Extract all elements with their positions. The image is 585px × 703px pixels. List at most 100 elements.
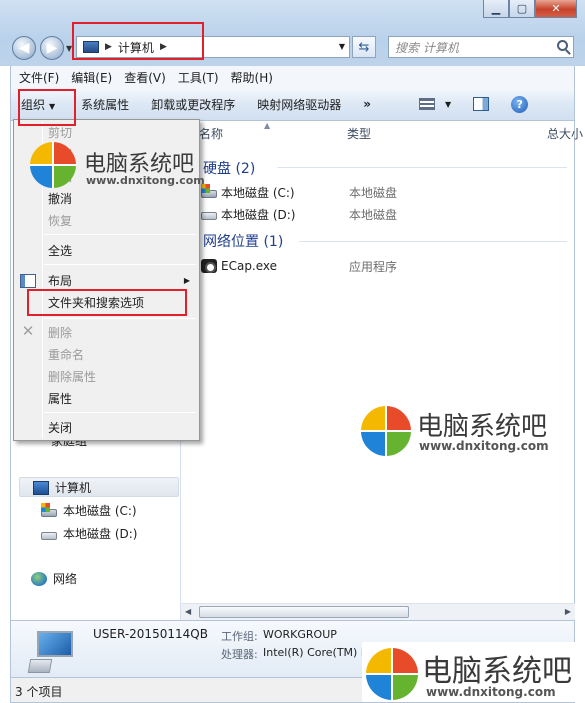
drive-c-icon	[41, 502, 57, 517]
watermark-title: 电脑系统吧	[422, 654, 572, 689]
group-divider	[277, 167, 567, 168]
delete-icon: ✕	[21, 322, 35, 340]
menu-separator	[44, 264, 196, 265]
group-divider	[299, 241, 567, 242]
scrollbar-thumb[interactable]	[199, 606, 409, 618]
nav-disk-d-label: 本地磁盘 (D:)	[63, 527, 138, 541]
search-input[interactable]: 搜索 计算机	[388, 36, 574, 58]
menu-separator	[44, 412, 196, 413]
watermark-url: www.dnxitong.com	[419, 439, 549, 453]
horizontal-scrollbar[interactable]: ◀ ▶	[181, 603, 575, 620]
menu-item-redo[interactable]: 恢复	[48, 210, 72, 230]
nav-disk-d[interactable]: 本地磁盘 (D:)	[41, 525, 137, 542]
drive-d-icon	[41, 531, 57, 540]
menu-item-rename[interactable]: 重命名	[48, 344, 84, 364]
menu-edit[interactable]: 编辑(E)	[71, 69, 112, 86]
watermark-logo-icon	[361, 406, 411, 456]
preview-pane-icon[interactable]	[473, 97, 490, 111]
highlight-organize-button	[18, 89, 76, 126]
menu-item-remove-properties[interactable]: 删除属性	[48, 366, 96, 386]
watermark-center: 电脑系统吧 www.dnxitong.com	[361, 406, 571, 460]
menu-separator	[44, 234, 196, 235]
drive-c-icon	[201, 184, 217, 198]
menu-tools[interactable]: 工具(T)	[178, 69, 219, 86]
item-name: ECap.exe	[221, 259, 278, 273]
column-header-name[interactable]: 名称	[199, 121, 339, 145]
map-network-drive-button[interactable]: 映射网络驱动器	[257, 96, 341, 113]
submenu-arrow-icon: ▶	[183, 275, 190, 285]
menu-item-layout[interactable]: 布局 ▶	[48, 270, 198, 290]
more-commands-button[interactable]: »	[363, 97, 371, 111]
watermark-logo-icon	[366, 648, 418, 700]
computer-icon	[33, 480, 49, 495]
menu-separator	[44, 318, 196, 319]
nav-disk-c[interactable]: 本地磁盘 (C:)	[41, 502, 137, 519]
watermark-url: www.dnxitong.com	[86, 174, 205, 187]
uninstall-program-button[interactable]: 卸载或更改程序	[151, 96, 235, 113]
watermark-top-left: 电脑系统吧 www.dnxitong.com	[30, 142, 205, 192]
system-properties-button[interactable]: 系统属性	[81, 96, 129, 113]
computer-large-icon	[27, 631, 75, 673]
close-button[interactable]: ✕	[535, 0, 577, 18]
item-type: 应用程序	[349, 259, 398, 274]
group-header-network[interactable]: 网络位置 (1)	[203, 231, 283, 251]
menu-help[interactable]: 帮助(H)	[231, 69, 273, 86]
list-item[interactable]: 本地磁盘 (C:) 本地磁盘	[201, 183, 571, 201]
workgroup-label: 工作组:	[221, 630, 258, 643]
menu-item-delete[interactable]: 删除	[48, 322, 72, 342]
nav-disk-c-label: 本地磁盘 (C:)	[63, 504, 137, 518]
menu-file[interactable]: 文件(F)	[19, 69, 59, 86]
layout-icon	[20, 274, 36, 288]
item-type: 本地磁盘	[349, 185, 398, 200]
list-item[interactable]: ECap.exe 应用程序	[201, 257, 571, 275]
network-icon	[31, 571, 47, 586]
watermark-title: 电脑系统吧	[417, 412, 548, 442]
monitor-shape	[37, 631, 73, 657]
back-button[interactable]: ◀	[12, 36, 36, 60]
nav-network[interactable]: 网络	[31, 570, 77, 587]
search-icon[interactable]	[557, 40, 568, 51]
menu-view[interactable]: 查看(V)	[124, 69, 166, 86]
column-header-size[interactable]: 总大小	[547, 121, 585, 145]
item-name: 本地磁盘 (C:)	[221, 185, 295, 200]
menu-bar: 文件(F) 编辑(E) 查看(V) 工具(T) 帮助(H)	[10, 66, 575, 88]
scroll-left-icon[interactable]: ◀	[185, 607, 191, 616]
column-header-type[interactable]: 类型	[347, 121, 497, 145]
highlight-folder-options	[27, 289, 187, 316]
item-count: 3 个项目	[15, 685, 63, 699]
nav-computer-label: 计算机	[55, 481, 92, 495]
menu-item-close[interactable]: 关闭	[48, 417, 72, 437]
menu-item-properties[interactable]: 属性	[48, 388, 72, 408]
menu-item-select-all[interactable]: 全选	[48, 240, 72, 260]
refresh-button[interactable]: ⇆	[352, 36, 376, 58]
nav-network-label: 网络	[53, 572, 78, 586]
address-dropdown-icon[interactable]: ▼	[339, 42, 345, 51]
computer-name: USER-20150114QB	[93, 627, 208, 641]
watermark-url: www.dnxitong.com	[426, 685, 556, 699]
cpu-label: 处理器:	[221, 648, 258, 661]
window-controls: ▁ ▢ ✕	[483, 0, 577, 18]
minimize-button[interactable]: ▁	[483, 0, 509, 18]
item-type: 本地磁盘	[349, 207, 398, 222]
item-name: 本地磁盘 (D:)	[221, 207, 296, 222]
tower-shape	[27, 659, 53, 673]
view-options-dropdown-icon[interactable]: ▼	[445, 100, 451, 109]
content-pane: ▲ 名称 类型 总大小 硬盘 (2) 本地磁盘 (C:) 本地磁盘 本地磁盘 (…	[181, 121, 583, 603]
forward-button[interactable]: ▶	[40, 36, 64, 60]
workgroup-value: WORKGROUP	[263, 628, 337, 641]
command-bar: 组织 ▼ 系统属性 卸载或更改程序 映射网络驱动器 » ▼ ?	[10, 88, 575, 121]
maximize-button[interactable]: ▢	[509, 0, 535, 18]
camera-app-icon	[201, 259, 217, 273]
scroll-right-icon[interactable]: ▶	[565, 607, 571, 616]
nav-computer[interactable]: 计算机	[33, 479, 91, 496]
menu-item-layout-label: 布局	[48, 273, 73, 288]
organize-menu: 剪切 复制 粘贴 撤消 恢复 全选 布局 ▶ 文件夹和搜索选项 ✕ 删除 重命名…	[13, 119, 205, 441]
watermark-bottom-right: 电脑系统吧 www.dnxitong.com	[362, 642, 584, 702]
search-placeholder: 搜索 计算机	[395, 40, 459, 55]
group-header-hard-disks[interactable]: 硬盘 (2)	[203, 158, 255, 178]
change-view-icon[interactable]	[418, 98, 435, 110]
help-icon[interactable]: ?	[511, 95, 529, 113]
highlight-address-breadcrumb	[72, 22, 204, 60]
windows-logo-icon	[41, 502, 50, 512]
list-item[interactable]: 本地磁盘 (D:) 本地磁盘	[201, 205, 571, 223]
